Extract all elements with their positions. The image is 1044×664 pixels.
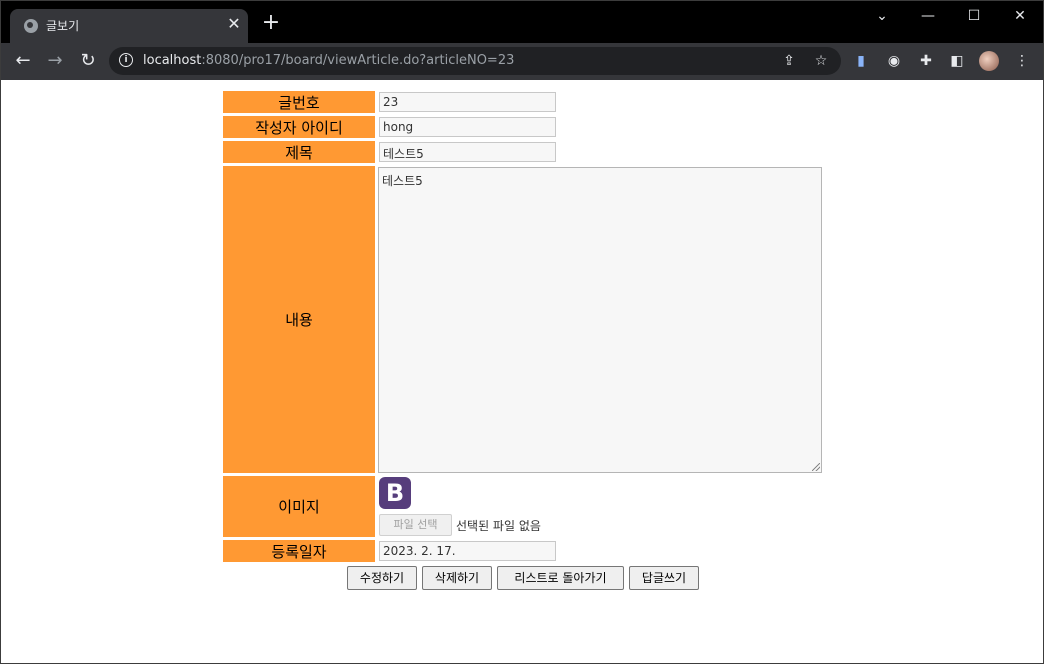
site-info-icon[interactable]: i [119,53,133,67]
extension-docs-icon[interactable]: ▮ [851,51,871,71]
back-to-list-button[interactable]: 리스트로 돌아가기 [497,566,624,590]
forward-icon[interactable]: → [43,49,67,73]
maximize-icon[interactable]: ☐ [951,5,997,27]
article-image: B [379,477,411,509]
new-tab-icon[interactable]: + [261,12,281,34]
share-icon[interactable]: ⇪ [779,51,799,71]
tab-search-icon[interactable]: ⌄ [859,5,905,27]
delete-button[interactable]: 삭제하기 [422,566,492,590]
close-window-icon[interactable]: ✕ [997,5,1043,27]
globe-icon [24,19,38,33]
file-status-text: 선택된 파일 없음 [456,519,541,533]
writer-label: 작성자 아이디 [223,116,375,138]
writer-field[interactable]: hong [379,117,556,137]
url-text[interactable]: localhost:8080/pro17/board/viewArticle.d… [143,53,514,68]
extensions-puzzle-icon[interactable]: ✚ [916,51,936,71]
side-panel-icon[interactable]: ◧ [947,51,967,71]
content-textarea[interactable]: 테스트5 [378,167,822,473]
image-label: 이미지 [223,476,375,537]
page-content: 글번호 23 작성자 아이디 hong 제목 테스트5 내용 테스트5 이미지 … [1,80,1043,663]
reply-button[interactable]: 답글쓰기 [629,566,699,590]
title-bar: 글보기 ✕ + ⌄ — ☐ ✕ [1,1,1043,43]
menu-icon[interactable]: ⋮ [1012,51,1032,71]
modify-button[interactable]: 수정하기 [347,566,417,590]
minimize-icon[interactable]: — [905,5,951,27]
resize-grip-icon[interactable] [812,463,820,471]
tab-title: 글보기 [46,19,80,33]
browser-window: 글보기 ✕ + ⌄ — ☐ ✕ ← → ↻ i localhost:8080/p… [0,0,1044,664]
bookmark-star-icon[interactable]: ☆ [811,51,831,71]
content-text: 테스트5 [382,174,423,188]
title-field[interactable]: 테스트5 [379,142,556,162]
content-label: 내용 [223,166,375,473]
article-no-label: 글번호 [223,91,375,113]
address-bar[interactable]: i localhost:8080/pro17/board/viewArticle… [109,47,841,75]
camera-icon[interactable]: ◉ [884,51,904,71]
close-tab-icon[interactable]: ✕ [226,15,242,33]
browser-toolbar: ← → ↻ i localhost:8080/pro17/board/viewA… [1,43,1043,80]
article-no-field[interactable]: 23 [379,92,556,112]
file-select-button[interactable]: 파일 선택 [379,514,452,536]
profile-avatar[interactable] [979,51,999,71]
date-field[interactable]: 2023. 2. 17. [379,541,556,561]
date-label: 등록일자 [223,540,375,562]
reload-icon[interactable]: ↻ [76,49,100,73]
browser-tab[interactable]: 글보기 ✕ [10,9,248,43]
back-icon[interactable]: ← [11,49,35,73]
title-label: 제목 [223,141,375,163]
